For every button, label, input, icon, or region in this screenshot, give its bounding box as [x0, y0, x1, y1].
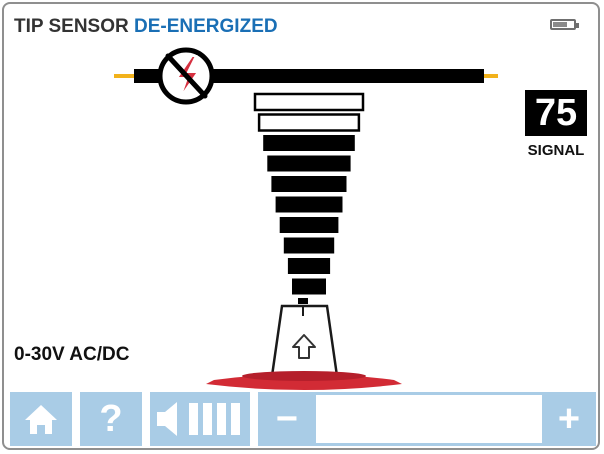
meter-bar-empty: [253, 92, 365, 112]
meter-bar-filled: [292, 278, 326, 295]
meter-bar-filled: [271, 176, 347, 192]
volume-button[interactable]: [150, 392, 250, 446]
signal-value: 75: [525, 90, 587, 136]
meter-bar-empty: [257, 113, 361, 132]
home-icon: [25, 405, 57, 434]
volume-level-bar: [203, 403, 212, 435]
volume-level-bar: [217, 403, 226, 435]
signal-label: SIGNAL: [527, 142, 585, 159]
meter-bar-filled: [263, 135, 355, 151]
signal-meter: [253, 92, 365, 295]
meter-bar-filled: [275, 196, 343, 213]
sensor-diagram: [114, 47, 498, 390]
plus-icon: +: [557, 398, 581, 440]
right-probe-tip: [482, 74, 498, 78]
speaker-icon: [157, 402, 240, 436]
minus-icon: −: [275, 398, 299, 440]
help-button[interactable]: ?: [80, 392, 142, 446]
meter-bar-filled: [267, 155, 351, 172]
meter-bar-filled: [287, 258, 331, 274]
voltage-range-label: 0-30V AC/DC: [14, 344, 130, 365]
home-button[interactable]: [10, 392, 72, 446]
volume-level-bar: [189, 403, 198, 435]
sensitivity-slider[interactable]: [316, 392, 542, 446]
meter-bar-filled: [279, 217, 339, 233]
meter-bar-filled: [283, 237, 335, 254]
device-screen: TIP SENSOR DE-ENERGIZED 75 SIGNAL 0-30V …: [2, 2, 600, 450]
sensitivity-increase-button[interactable]: +: [542, 392, 596, 446]
left-probe-tip: [114, 74, 136, 78]
help-icon: ?: [99, 398, 123, 440]
volume-level-bar: [231, 403, 240, 435]
sensitivity-decrease-button[interactable]: −: [258, 392, 316, 446]
no-voltage-icon: [157, 47, 215, 105]
